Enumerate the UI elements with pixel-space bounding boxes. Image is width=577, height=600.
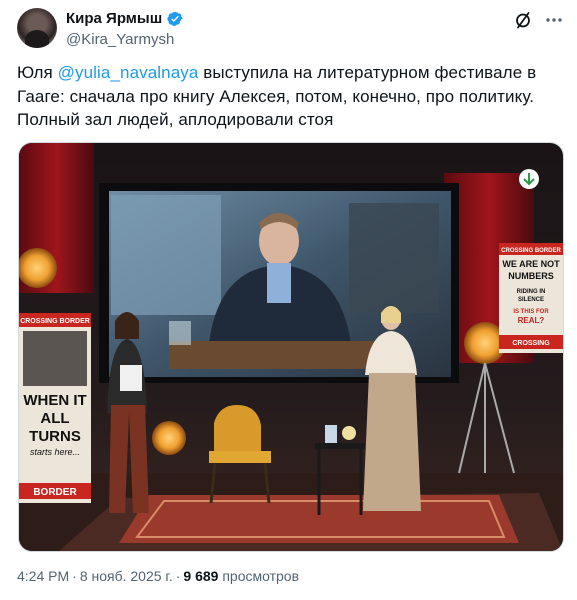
tweet-time[interactable]: 4:24 PM [17,568,69,584]
meta-separator: · [72,568,77,584]
verified-badge-icon [167,12,183,26]
stage-lamp-floor [152,421,186,455]
poster-left: CROSSING BORDER WHEN IT ALL TURNS starts… [19,313,91,503]
svg-text:CROSSING BORDER: CROSSING BORDER [501,248,561,254]
tweet-date[interactable]: 8 нояб. 2025 г. [80,568,173,584]
svg-text:WE ARE NOT: WE ARE NOT [502,259,560,269]
grok-icon[interactable] [513,10,533,30]
svg-text:WHEN IT: WHEN IT [23,392,86,409]
svg-text:SILENCE: SILENCE [518,297,544,303]
author-block: Кира Ярмыш @Kira_Yarmysh [66,9,184,50]
svg-text:starts here...: starts here... [30,447,80,457]
svg-text:REAL?: REAL? [518,316,545,325]
tweet: Кира Ярмыш @Kira_Yarmysh Юля @yulia_nava… [0,0,577,600]
meta-separator-2: · [175,568,181,584]
avatar[interactable] [17,8,57,48]
more-options-icon[interactable] [544,10,564,30]
handle[interactable]: @Kira_Yarmysh [66,30,184,50]
poster-right: CROSSING BORDER WE ARE NOT NUMBERS RIDIN… [499,243,563,353]
svg-text:CROSSING: CROSSING [512,340,550,347]
svg-text:NUMBERS: NUMBERS [508,271,554,281]
tweet-text: Юля @yulia_navalnaya выступила на литера… [17,61,565,132]
stage-photo: CROSSING BORDER WHEN IT ALL TURNS starts… [19,143,563,551]
name-row: Кира Ярмыш [66,9,184,29]
tweet-metadata: 4:24 PM · 8 нояб. 2025 г. · 9 689 просмотров [17,566,299,586]
views-count: 9 689 [183,568,219,584]
mention-link[interactable]: @yulia_navalnaya [58,63,199,82]
svg-text:RIDING IN: RIDING IN [517,289,546,295]
svg-text:BORDER: BORDER [33,487,77,498]
svg-text:ALL: ALL [40,410,69,427]
svg-text:IS THIS FOR: IS THIS FOR [513,309,549,315]
display-name[interactable]: Кира Ярмыш [66,9,162,29]
tweet-text-start: Юля [17,63,58,82]
tweet-photo[interactable]: CROSSING BORDER WHEN IT ALL TURNS starts… [18,142,564,552]
svg-text:TURNS: TURNS [29,428,81,445]
views-label: просмотров [222,568,300,584]
svg-text:CROSSING BORDER: CROSSING BORDER [20,318,90,325]
